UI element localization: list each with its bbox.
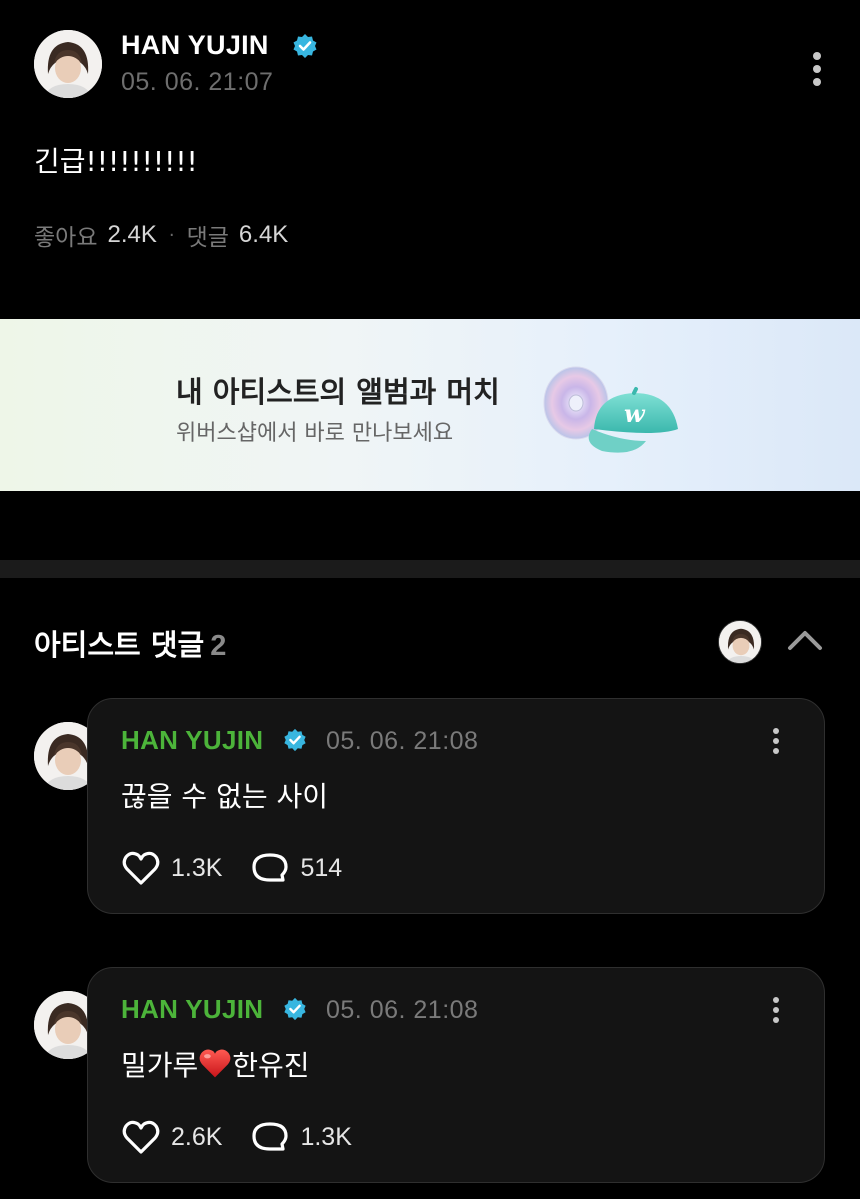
post-timestamp: 05. 06. 21:07 xyxy=(121,68,274,96)
section-divider xyxy=(0,560,860,578)
svg-text:w: w xyxy=(624,399,646,428)
comment-author-name[interactable]: HAN YUJIN xyxy=(121,725,263,756)
like-button[interactable]: 2.6K xyxy=(121,1118,222,1156)
comment-card: HAN YUJIN 05. 06. 21:08 밀가루 한유진 2.6K 1.3K xyxy=(87,967,825,1183)
comment-text-after: 한유진 xyxy=(232,1049,310,1082)
banner-title: 내 아티스트의 앨범과 머치 xyxy=(176,375,500,409)
comment-actions: 2.6K 1.3K xyxy=(121,1118,352,1156)
post-header: HAN YUJIN 05. 06. 21:07 xyxy=(34,28,834,100)
like-count: 2.6K xyxy=(171,1122,223,1151)
comment-timestamp: 05. 06. 21:08 xyxy=(326,996,479,1024)
post-more-options-icon[interactable] xyxy=(805,48,829,90)
artist-avatar-small[interactable] xyxy=(718,620,762,664)
artist-comments-count: 2 xyxy=(210,630,227,662)
author-avatar[interactable] xyxy=(34,30,102,98)
verified-badge-icon xyxy=(292,33,318,59)
like-button[interactable]: 1.3K xyxy=(121,849,222,887)
shop-promo-banner[interactable]: 내 아티스트의 앨범과 머치 위버스샵에서 바로 만나보세요 w xyxy=(0,319,860,491)
comments-label[interactable]: 댓글 xyxy=(187,218,229,252)
like-count: 1.3K xyxy=(171,853,223,882)
comment-author-name[interactable]: HAN YUJIN xyxy=(121,994,263,1025)
comment-text: 끊을 수 없는 사이 xyxy=(121,780,329,813)
comment-actions: 1.3K 514 xyxy=(121,849,342,887)
author-name[interactable]: HAN YUJIN xyxy=(121,30,269,61)
reply-button[interactable]: 514 xyxy=(250,849,342,887)
stats-separator: · xyxy=(168,224,175,246)
banner-subtitle: 위버스샵에서 바로 만나보세요 xyxy=(176,421,454,446)
comment-timestamp: 05. 06. 21:08 xyxy=(326,727,479,755)
speech-bubble-icon xyxy=(252,853,289,882)
verified-badge-icon xyxy=(283,997,307,1021)
speech-bubble-icon xyxy=(252,1122,289,1151)
reply-button[interactable]: 1.3K xyxy=(250,1118,352,1156)
verified-badge-icon xyxy=(283,728,307,752)
post-stats: 좋아요 2.4K · 댓글 6.4K xyxy=(34,218,288,252)
artist-comments-title: 아티스트 댓글 xyxy=(34,628,205,662)
heart-outline-icon xyxy=(122,851,160,885)
comments-count[interactable]: 6.4K xyxy=(239,221,288,249)
artist-comments-heading: 아티스트 댓글 2 xyxy=(34,622,226,664)
album-and-cap-icon: w xyxy=(536,359,686,469)
chevron-up-icon[interactable] xyxy=(786,624,824,654)
comment-card: HAN YUJIN 05. 06. 21:08 끊을 수 없는 사이 1.3K … xyxy=(87,698,825,914)
comment-more-options-icon[interactable] xyxy=(764,995,788,1025)
heart-outline-icon xyxy=(122,1120,160,1154)
post-body-text: 긴급!!!!!!!!!! xyxy=(34,145,198,178)
red-heart-icon xyxy=(198,1047,232,1079)
comment-text: 밀가루 한유진 xyxy=(121,1044,310,1084)
reply-count: 514 xyxy=(300,853,343,882)
likes-label[interactable]: 좋아요 xyxy=(34,218,97,252)
reply-count: 1.3K xyxy=(300,1122,352,1151)
comment-text-before: 밀가루 xyxy=(121,1049,199,1082)
comment-more-options-icon[interactable] xyxy=(764,726,788,756)
likes-count[interactable]: 2.4K xyxy=(107,221,156,249)
